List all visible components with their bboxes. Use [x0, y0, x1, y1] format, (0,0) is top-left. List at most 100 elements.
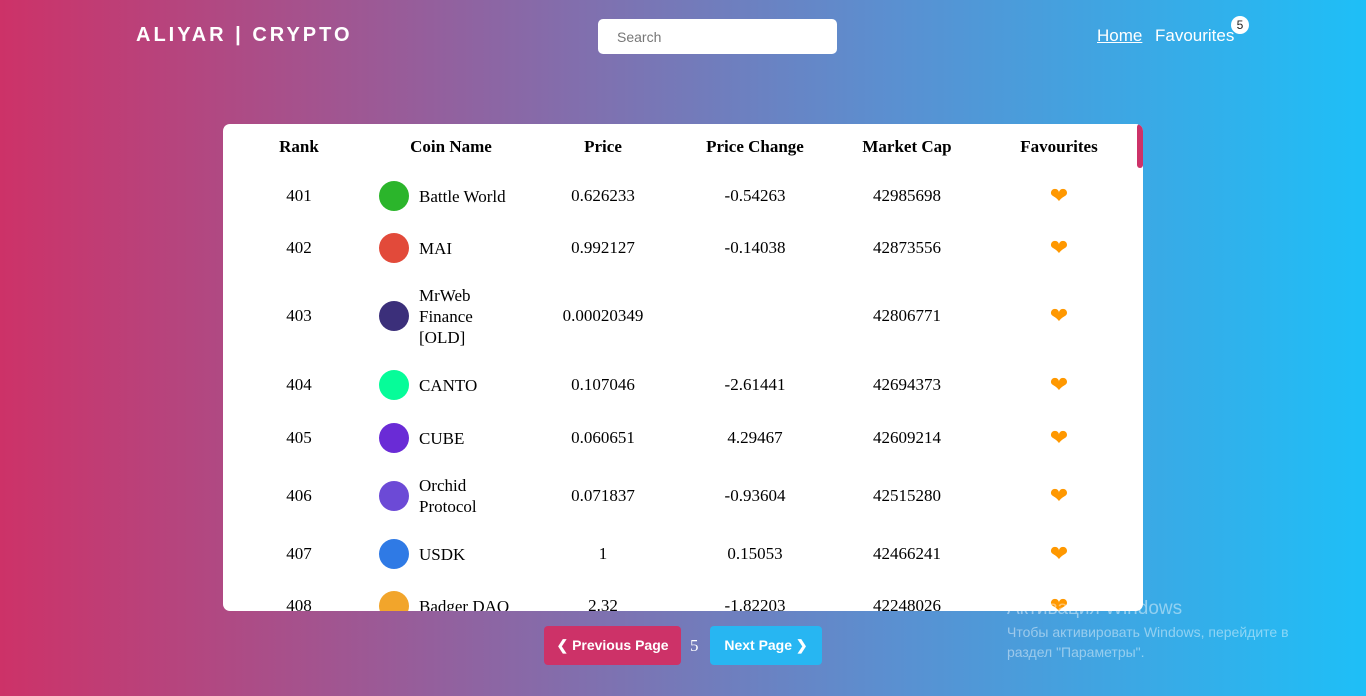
market-cap-cell: 42985698 [873, 186, 941, 205]
chevron-right-icon: ❯ [792, 637, 808, 653]
coin-name: USDK [419, 544, 466, 564]
coin-name: Orchid Protocol [419, 476, 477, 516]
rank-cell: 402 [286, 238, 312, 257]
nav-home-link[interactable]: Home [1097, 26, 1142, 46]
favourite-cell: ❤ [983, 170, 1135, 222]
heart-icon[interactable]: ❤ [1050, 235, 1068, 260]
table-row: 408 Badger DAO 2.32 -1.82203 42248026 ❤ [223, 580, 1135, 611]
market-cap-cell: 42515280 [873, 486, 941, 505]
heart-icon[interactable]: ❤ [1050, 183, 1068, 208]
col-header-rank: Rank [279, 137, 319, 156]
heart-icon[interactable]: ❤ [1050, 541, 1068, 566]
coin-name-cell: Orchid Protocol [375, 464, 527, 528]
price-change-cell: -1.82203 [724, 596, 786, 611]
search-input[interactable] [598, 19, 837, 54]
heart-icon[interactable]: ❤ [1050, 372, 1068, 397]
heart-icon[interactable]: ❤ [1050, 483, 1068, 508]
mai-icon [379, 233, 409, 263]
brand-logo: ALIYAR | CRYPTO [136, 24, 353, 46]
col-header-market-cap: Market Cap [862, 137, 952, 156]
coin-name-cell: MrWeb Finance [OLD] [375, 274, 527, 358]
rank-cell: 403 [286, 306, 312, 325]
previous-page-button[interactable]: ❮ Previous Page [544, 626, 681, 665]
col-header-favourites: Favourites [1020, 137, 1098, 156]
market-cap-cell: 42806771 [873, 306, 941, 325]
heart-icon[interactable]: ❤ [1050, 303, 1068, 328]
price-cell: 0.107046 [571, 375, 635, 394]
favourite-cell: ❤ [983, 274, 1135, 358]
coin-name: Badger DAO [419, 596, 510, 612]
current-page-number: 5 [690, 636, 699, 655]
price-cell: 0.060651 [571, 428, 635, 447]
coin-name-cell: CANTO [375, 358, 527, 412]
rank-cell: 401 [286, 186, 312, 205]
table-row: 405 CUBE 0.060651 4.29467 42609214 ❤ [223, 412, 1135, 464]
orchid-icon [379, 481, 409, 511]
price-change-cell: -0.14038 [724, 238, 786, 257]
previous-page-label: Previous Page [572, 637, 669, 653]
table-header-row: Rank Coin Name Price Price Change Market… [223, 124, 1135, 170]
price-change-cell: 4.29467 [727, 428, 783, 447]
cube-icon [379, 423, 409, 453]
price-cell: 0.992127 [571, 238, 635, 257]
next-page-button[interactable]: Next Page ❯ [710, 626, 822, 665]
market-cap-cell: 42873556 [873, 238, 941, 257]
favourite-cell: ❤ [983, 358, 1135, 412]
table-row: 404 CANTO 0.107046 -2.61441 42694373 ❤ [223, 358, 1135, 412]
coin-name-cell: Battle World [375, 170, 527, 222]
rank-cell: 406 [286, 486, 312, 505]
battle-world-icon [379, 181, 409, 211]
price-change-cell: -0.54263 [724, 186, 786, 205]
price-cell: 0.626233 [571, 186, 635, 205]
next-page-label: Next Page [724, 637, 793, 653]
market-cap-cell: 42694373 [873, 375, 941, 394]
watermark-title: Активация Windows [1007, 598, 1183, 619]
coin-name: CUBE [419, 428, 465, 448]
nav-favourites-link[interactable]: Favourites [1155, 26, 1234, 46]
col-header-price-change: Price Change [706, 137, 804, 156]
badger-icon [379, 591, 409, 611]
table-row: 403 MrWeb Finance [OLD] 0.00020349 42806771… [223, 274, 1135, 358]
watermark-text: Чтобы активировать Windows, перейдите в … [1007, 624, 1289, 660]
table-row: 401 Battle World 0.626233 -0.54263 42985698 ❤ [223, 170, 1135, 222]
favourite-cell: ❤ [983, 528, 1135, 580]
favourite-cell: ❤ [983, 222, 1135, 274]
coin-name: MrWeb Finance [OLD] [419, 285, 473, 347]
rank-cell: 407 [286, 544, 312, 563]
mrweb-icon [379, 301, 409, 331]
coins-table: Rank Coin Name Price Price Change Market… [223, 124, 1135, 611]
price-cell: 0.071837 [571, 486, 635, 505]
favourite-cell: ❤ [983, 464, 1135, 528]
heart-icon[interactable]: ❤ [1050, 425, 1068, 450]
price-change-cell: 0.15053 [727, 544, 783, 563]
price-cell: 1 [598, 544, 608, 563]
price-cell: 2.32 [588, 596, 618, 611]
market-cap-cell: 42466241 [873, 544, 941, 563]
windows-activation-watermark: Активация Windows Чтобы активировать Win… [1007, 598, 1317, 662]
rank-cell: 404 [286, 375, 312, 394]
coin-name: MAI [419, 238, 453, 258]
coin-name: CANTO [419, 375, 478, 395]
table-row: 407 USDK 1 0.15053 42466241 ❤ [223, 528, 1135, 580]
coin-name-cell: CUBE [375, 412, 527, 464]
col-header-price: Price [584, 137, 622, 156]
favourite-cell: ❤ [983, 412, 1135, 464]
coin-name-cell: MAI [375, 222, 527, 274]
market-cap-cell: 42248026 [873, 596, 941, 611]
table-scrollbar[interactable] [1137, 124, 1143, 168]
price-change-cell: -0.93604 [724, 486, 786, 505]
coin-name-cell: Badger DAO [375, 580, 527, 611]
chevron-left-icon: ❮ [556, 637, 573, 653]
price-cell: 0.00020349 [562, 306, 644, 325]
price-change-cell [679, 274, 831, 358]
coins-table-card: Rank Coin Name Price Price Change Market… [223, 124, 1143, 611]
table-row: 402 MAI 0.992127 -0.14038 42873556 ❤ [223, 222, 1135, 274]
table-row: 406 Orchid Protocol 0.071837 -0.93604 425152… [223, 464, 1135, 528]
usdk-icon [379, 539, 409, 569]
coin-name-cell: USDK [375, 528, 527, 580]
price-change-cell: -2.61441 [724, 375, 786, 394]
rank-cell: 405 [286, 428, 312, 447]
coin-name: Battle World [419, 186, 506, 206]
canto-icon [379, 370, 409, 400]
market-cap-cell: 42609214 [873, 428, 941, 447]
